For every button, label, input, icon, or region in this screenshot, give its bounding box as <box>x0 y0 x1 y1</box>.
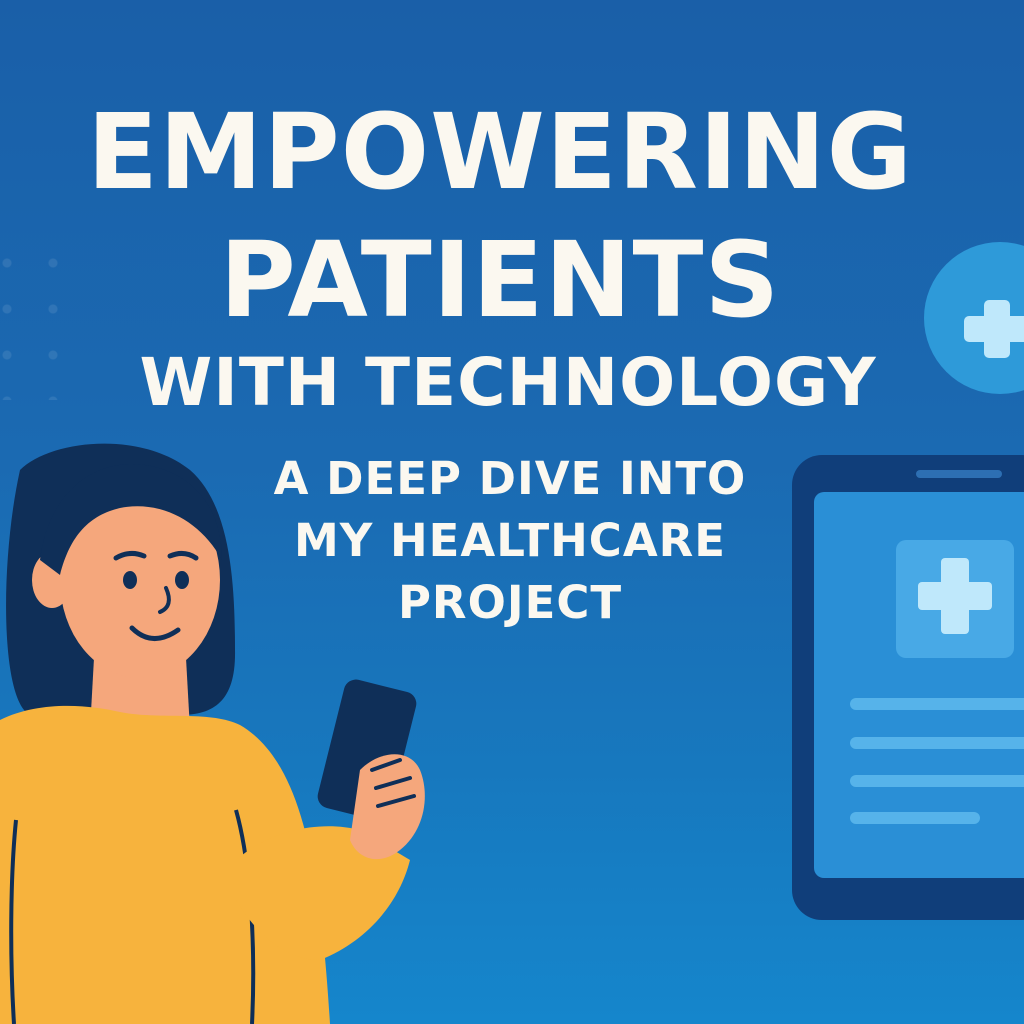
subtitle-block: A DEEP DIVE INTO MY HEALTHCARE PROJECT <box>230 448 790 634</box>
eye-right <box>175 571 189 589</box>
headline-line-1: EMPOWERING <box>86 91 914 213</box>
headline-line-2: PATIENTS <box>219 219 781 341</box>
hand <box>350 754 425 860</box>
subtitle-line-1: A DEEP DIVE INTO <box>273 452 747 505</box>
subtitle-line-2: MY HEALTHCARE <box>293 514 727 567</box>
headline-line-3: WITH TECHNOLOGY <box>139 344 877 421</box>
banner-canvas: EMPOWERING PATIENTS WITH TECHNOLOGY A DE… <box>0 0 1024 1024</box>
subtitle-line-3: PROJECT <box>397 576 623 629</box>
eye-left <box>123 571 137 589</box>
